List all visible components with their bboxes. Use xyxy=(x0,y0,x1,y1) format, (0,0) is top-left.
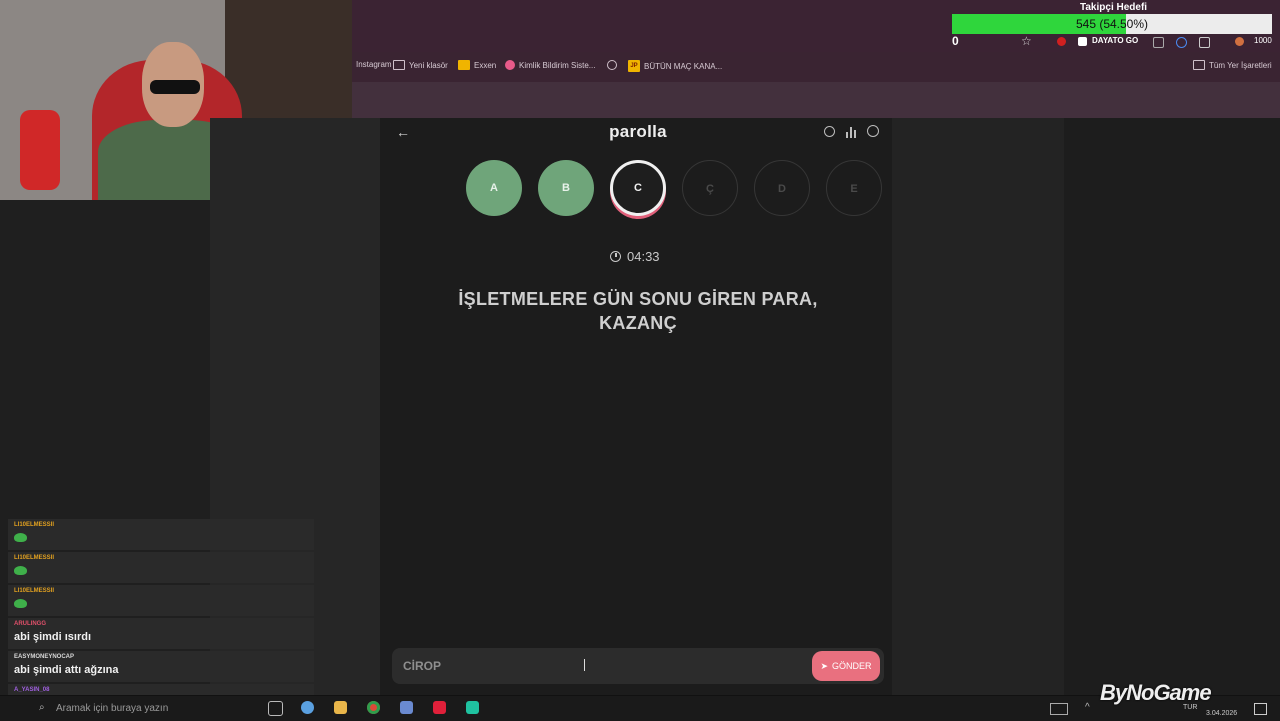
bookmark-label: Tüm Yer İşaretleri xyxy=(1209,60,1272,70)
goal-title: Takipçi Hedefi xyxy=(1080,2,1148,13)
jp-icon: JP xyxy=(628,60,640,72)
copilot-icon[interactable] xyxy=(301,701,314,714)
back-arrow-icon[interactable]: ← xyxy=(396,124,410,140)
watermark-logo: ByNoGame xyxy=(1100,680,1212,705)
chat-message: A_YASIN_08 xyxy=(8,684,314,695)
send-icon: ➤ xyxy=(820,660,829,671)
send-button[interactable]: ➤ GÖNDER xyxy=(812,651,880,681)
chat-username[interactable]: A_YASIN_08 xyxy=(14,687,49,693)
chat-message: ARULINGG abi şimdi ısırdı xyxy=(8,618,314,649)
file-explorer-icon[interactable] xyxy=(334,701,347,714)
chrome-icon[interactable] xyxy=(367,701,380,714)
goal-progress-text: 545 (54.50%) xyxy=(1075,17,1149,31)
answer-input[interactable] xyxy=(403,659,783,673)
question-text: İŞLETMELERE GÜN SONU GİREN PARA, KAZANÇ xyxy=(420,287,856,335)
letter-todo: D xyxy=(754,160,810,216)
bookmark-label: Instagram xyxy=(356,60,392,69)
task-view-icon[interactable] xyxy=(268,701,283,716)
app-title: parolla xyxy=(609,122,667,141)
chat-text: abi şimdi ısırdı xyxy=(14,631,92,643)
keyboard-icon[interactable] xyxy=(1050,703,1068,715)
globe-icon xyxy=(607,60,617,70)
chevron-up-icon[interactable]: ^ xyxy=(1085,702,1090,713)
stats-icon[interactable] xyxy=(845,126,858,138)
bookmark-yeni-klasor[interactable]: Yeni klasör xyxy=(393,60,448,70)
bookmark-all[interactable]: Tüm Yer İşaretleri xyxy=(1193,60,1272,70)
app-icon[interactable] xyxy=(433,701,446,714)
profile-icon[interactable] xyxy=(867,125,879,137)
bookmark-label: Exxen xyxy=(474,60,497,70)
microphone xyxy=(20,110,60,190)
letter-todo: E xyxy=(826,160,882,216)
chat-username[interactable]: EASYMONEYNOCAP xyxy=(14,654,74,660)
goal-progress-bar: 545 (54.50%) xyxy=(952,14,1272,34)
mouse-cursor xyxy=(584,659,585,671)
chat-message: LI10ELMESSII xyxy=(8,552,314,583)
chat-message: LI10ELMESSII xyxy=(8,585,314,616)
app-icon[interactable] xyxy=(466,701,479,714)
page-right-margin xyxy=(892,118,1064,695)
profile-avatar[interactable] xyxy=(1235,37,1244,46)
letter-todo: Ç xyxy=(682,160,738,216)
question-line: İŞLETMELERE GÜN SONU GİREN PARA, xyxy=(458,289,818,309)
bookmark-exxen[interactable]: Exxen xyxy=(458,60,496,70)
extension-icon[interactable] xyxy=(1153,37,1164,48)
bookmark-label: Kimlik Bildirim Siste... xyxy=(519,60,596,70)
bookmark-label: BÜTÜN MAÇ KANA... xyxy=(644,61,723,71)
extension-icon[interactable] xyxy=(1078,37,1087,46)
chat-username[interactable]: LI10ELMESSII xyxy=(14,555,54,561)
app-icon[interactable] xyxy=(400,701,413,714)
kimlik-icon xyxy=(505,60,515,70)
page-far-right xyxy=(1064,118,1280,695)
folder-icon xyxy=(393,60,405,70)
letter-done: A xyxy=(466,160,522,216)
chat-message: EASYMONEYNOCAP abi şimdi attı ağzına xyxy=(8,651,314,682)
letter-current: C xyxy=(610,160,666,216)
chat-username[interactable]: LI10ELMESSII xyxy=(14,588,54,594)
sunglasses xyxy=(150,80,200,94)
search-icon[interactable]: ⌕ xyxy=(39,702,45,713)
send-label: GÖNDER xyxy=(832,661,872,671)
star-icon[interactable]: ☆ xyxy=(1021,34,1032,48)
taskbar-date[interactable]: 3.04.2026 xyxy=(1206,710,1237,717)
notification-icon[interactable] xyxy=(1254,703,1267,715)
bookmark-label: Yeni klasör xyxy=(409,60,448,70)
clock-icon xyxy=(610,251,621,262)
bookmark-globe[interactable] xyxy=(607,60,617,70)
extension-red-icon[interactable] xyxy=(1057,37,1066,46)
frog-emote-icon xyxy=(14,566,27,575)
chat-message: LI10ELMESSII xyxy=(8,519,314,550)
extension-icon[interactable] xyxy=(1176,37,1187,48)
chat-text: abi şimdi attı ağzına xyxy=(14,664,119,676)
frog-emote-icon xyxy=(14,599,27,608)
folder-icon xyxy=(1193,60,1205,70)
puzzle-icon[interactable] xyxy=(1199,37,1210,48)
chat-username[interactable]: LI10ELMESSII xyxy=(14,522,54,528)
taskbar-search[interactable]: Aramak için buraya yazın xyxy=(56,703,168,714)
info-icon[interactable] xyxy=(824,126,835,137)
count-label: 1000 xyxy=(1254,36,1272,45)
chat-username[interactable]: ARULINGG xyxy=(14,621,46,627)
bookmark-butun-mac[interactable]: JP BÜTÜN MAÇ KANA... xyxy=(628,60,722,72)
frog-emote-icon xyxy=(14,533,27,542)
bookmark-kimlik[interactable]: Kimlik Bildirim Siste... xyxy=(505,60,595,70)
goal-counter: 0 xyxy=(952,34,959,48)
extension-label: DAYATO GO xyxy=(1092,36,1139,45)
question-line: KAZANÇ xyxy=(599,313,677,333)
exxen-icon xyxy=(458,60,470,70)
letter-done: B xyxy=(538,160,594,216)
bookmark-instagram[interactable]: Instagram xyxy=(356,60,392,69)
timer: 04:33 xyxy=(610,249,660,264)
timer-value: 04:33 xyxy=(627,249,660,264)
